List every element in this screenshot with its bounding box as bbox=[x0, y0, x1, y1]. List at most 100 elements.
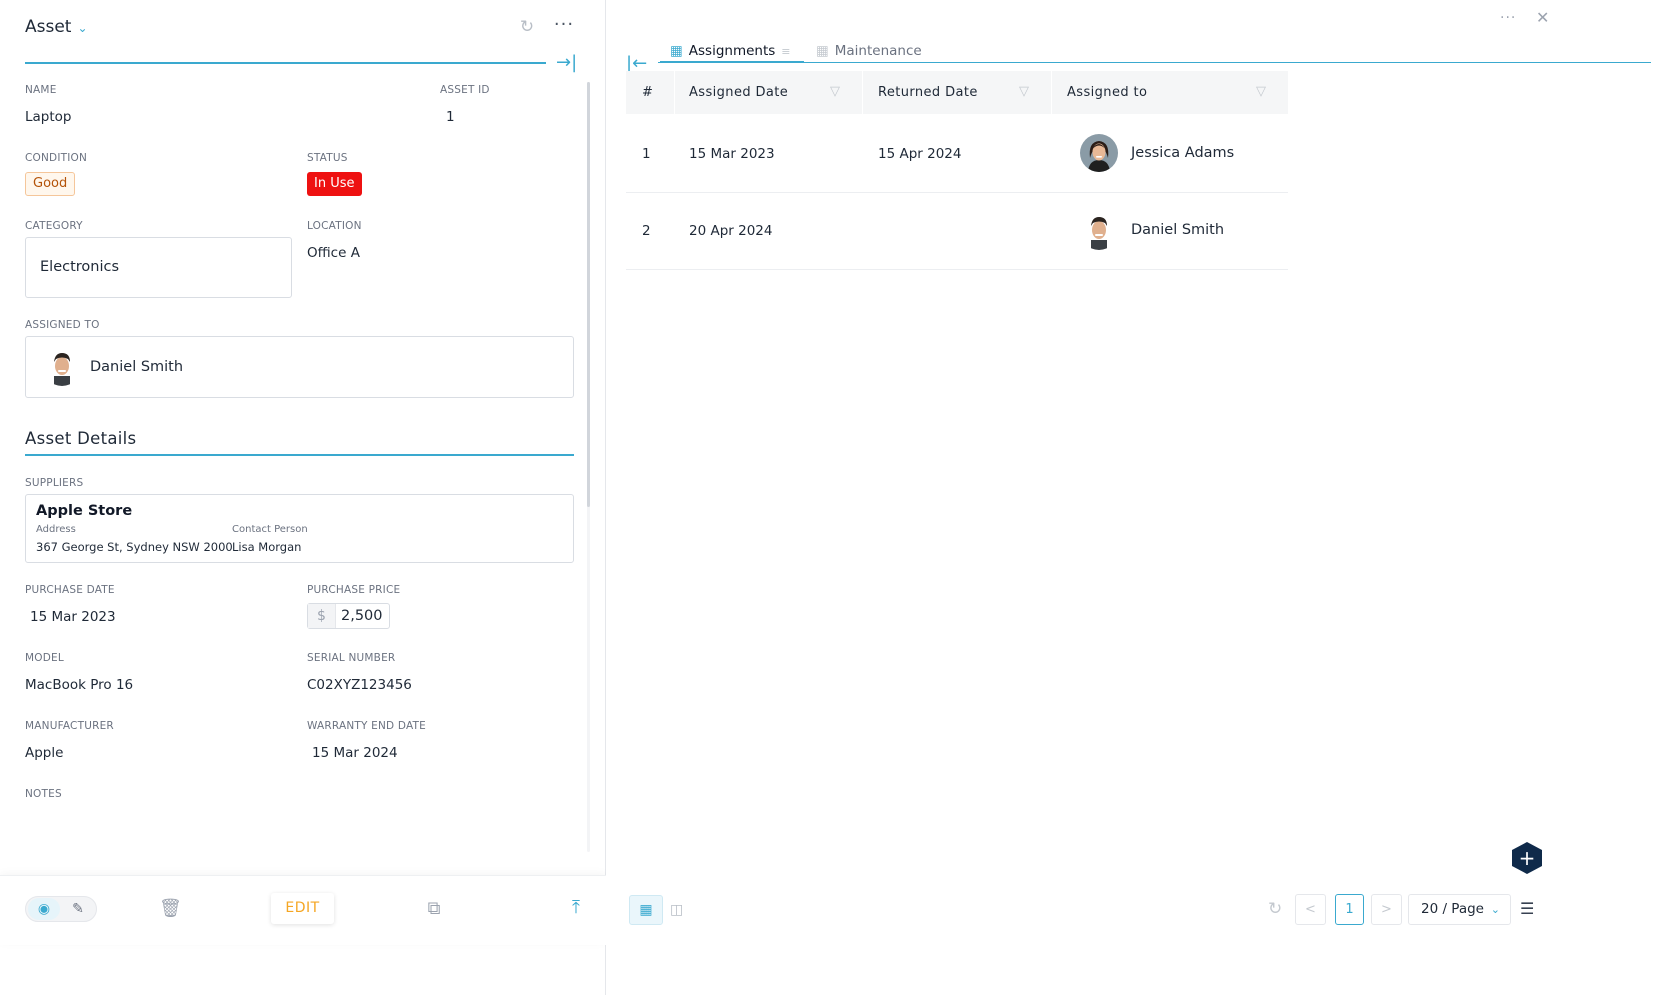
header-divider bbox=[25, 62, 546, 64]
edit-mode-icon[interactable]: ✎ bbox=[64, 898, 92, 920]
location-value: Office A bbox=[307, 245, 360, 261]
category-value: Electronics bbox=[40, 259, 120, 275]
filter-icon[interactable]: ▽ bbox=[830, 84, 840, 99]
previous-page-button[interactable]: < bbox=[1295, 894, 1326, 925]
condition-badge: Good bbox=[25, 172, 76, 196]
asset-id-value: 1 bbox=[446, 109, 455, 125]
serial-number-label: SERIAL NUMBER bbox=[307, 652, 396, 664]
assigned-date-cell: 15 Mar 2023 bbox=[689, 146, 775, 162]
location-label: LOCATION bbox=[307, 220, 362, 232]
avatar bbox=[43, 348, 81, 386]
tab-maintenance-label: Maintenance bbox=[834, 43, 922, 59]
asset-title: Asset bbox=[25, 17, 72, 37]
category-label: CATEGORY bbox=[25, 220, 83, 232]
warranty-end-date-value: 15 Mar 2024 bbox=[312, 745, 398, 761]
status-badge: In Use bbox=[307, 172, 362, 196]
manufacturer-label: MANUFACTURER bbox=[25, 720, 114, 732]
current-page-button[interactable]: 1 bbox=[1335, 894, 1364, 925]
supplier-name: Apple Store bbox=[36, 503, 133, 519]
supplier-address-label: Address bbox=[36, 524, 76, 535]
filter-icon[interactable]: ≡ bbox=[781, 45, 790, 58]
avatar bbox=[1080, 134, 1118, 172]
supplier-contact: Lisa Morgan bbox=[232, 540, 302, 554]
column-divider bbox=[1051, 71, 1052, 114]
add-record-button[interactable]: + bbox=[1512, 842, 1542, 874]
column-header-number: # bbox=[642, 85, 654, 100]
grid-view-icon[interactable]: ◫ bbox=[670, 895, 690, 925]
refresh-icon[interactable]: ↻ bbox=[1268, 899, 1282, 919]
column-header-assigned-date[interactable]: Assigned Date bbox=[689, 71, 788, 114]
table-view-icon[interactable]: ▦ bbox=[629, 895, 663, 925]
table-icon: ▦ bbox=[670, 43, 683, 59]
status-label: STATUS bbox=[307, 152, 348, 164]
tab-maintenance[interactable]: ▦ Maintenance bbox=[816, 40, 922, 62]
scrollbar-thumb[interactable] bbox=[587, 82, 590, 507]
asset-id-label: ASSET ID bbox=[440, 84, 490, 96]
tabs-divider bbox=[658, 62, 1651, 63]
purchase-date-value: 15 Mar 2023 bbox=[30, 609, 116, 625]
category-card[interactable]: Electronics bbox=[25, 237, 292, 298]
row-divider bbox=[626, 269, 1288, 270]
model-value: MacBook Pro 16 bbox=[25, 677, 134, 693]
copy-icon[interactable]: ⧉ bbox=[423, 898, 445, 920]
purchase-date-label: PURCHASE DATE bbox=[25, 584, 115, 596]
model-label: MODEL bbox=[25, 652, 64, 664]
asset-title-dropdown[interactable]: Asset ⌄ bbox=[25, 17, 88, 37]
tab-assignments-label: Assignments bbox=[688, 43, 776, 59]
name-value: Laptop bbox=[25, 109, 72, 125]
edit-button[interactable]: EDIT bbox=[271, 893, 334, 924]
manufacturer-value: Apple bbox=[25, 745, 64, 761]
active-tab-indicator bbox=[660, 61, 804, 63]
close-icon[interactable]: ✕ bbox=[1536, 8, 1549, 27]
page-size-value: 20 / Page bbox=[1421, 901, 1484, 917]
related-records-panel: ··· ✕ |← ▦ Assignments ≡ ▦ Maintenance #… bbox=[606, 0, 1659, 995]
filter-icon[interactable]: ▽ bbox=[1256, 84, 1266, 99]
avatar bbox=[1080, 212, 1118, 250]
assigned-to-label: ASSIGNED TO bbox=[25, 319, 100, 331]
scroll-to-top-icon[interactable]: ⤒ bbox=[565, 897, 587, 919]
notes-label: NOTES bbox=[25, 788, 62, 800]
purchase-price-field: $ 2,500 bbox=[307, 603, 390, 629]
table-icon: ▦ bbox=[816, 43, 829, 59]
assigned-to-cell: Jessica Adams bbox=[1131, 145, 1235, 161]
supplier-contact-label: Contact Person bbox=[232, 524, 308, 535]
refresh-icon[interactable]: ↻ bbox=[518, 18, 536, 36]
column-header-returned-date[interactable]: Returned Date bbox=[878, 71, 978, 114]
trash-icon[interactable]: 🗑 bbox=[159, 898, 182, 920]
assigned-date-cell: 20 Apr 2024 bbox=[689, 223, 773, 239]
page-size-select[interactable]: 20 / Page ⌄ bbox=[1408, 894, 1511, 925]
filter-icon[interactable]: ▽ bbox=[1019, 84, 1029, 99]
assigned-to-name: Daniel Smith bbox=[90, 359, 184, 375]
assigned-to-cell: Daniel Smith bbox=[1131, 222, 1225, 238]
assigned-to-card[interactable]: Daniel Smith bbox=[25, 336, 574, 398]
asset-details-heading: Asset Details bbox=[25, 429, 137, 448]
supplier-card[interactable]: Apple Store Address 367 George St, Sydne… bbox=[25, 494, 574, 563]
chevron-down-icon: ⌄ bbox=[77, 21, 88, 35]
section-divider bbox=[25, 454, 574, 456]
asset-detail-panel: Asset ⌄ ↻ ··· →| NAME Laptop ASSET ID 1 … bbox=[0, 0, 606, 995]
name-label: NAME bbox=[25, 84, 57, 96]
eye-icon[interactable]: ◉ bbox=[28, 898, 60, 920]
purchase-price-value: 2,500 bbox=[341, 608, 383, 624]
column-divider bbox=[674, 71, 675, 114]
tab-assignments[interactable]: ▦ Assignments ≡ bbox=[670, 40, 791, 62]
more-options-icon[interactable]: ··· bbox=[1500, 10, 1516, 26]
currency-symbol: $ bbox=[308, 604, 336, 628]
serial-number-value: C02XYZ123456 bbox=[307, 677, 412, 693]
returned-date-cell: 15 Apr 2024 bbox=[878, 146, 962, 162]
row-divider bbox=[626, 192, 1288, 193]
column-divider bbox=[862, 71, 863, 114]
supplier-address: 367 George St, Sydney NSW 2000 bbox=[36, 540, 233, 554]
more-options-icon[interactable]: ··· bbox=[552, 14, 576, 36]
warranty-end-date-label: WARRANTY END DATE bbox=[307, 720, 426, 732]
chevron-down-icon: ⌄ bbox=[1490, 903, 1500, 916]
next-page-button[interactable]: > bbox=[1371, 894, 1402, 925]
suppliers-label: SUPPLIERS bbox=[25, 477, 84, 489]
collapse-right-icon[interactable]: →| bbox=[556, 53, 582, 73]
row-number: 1 bbox=[642, 146, 651, 162]
row-number: 2 bbox=[642, 223, 651, 239]
condition-label: CONDITION bbox=[25, 152, 88, 164]
settings-sliders-icon[interactable]: ☰ bbox=[1520, 899, 1534, 918]
purchase-price-label: PURCHASE PRICE bbox=[307, 584, 401, 596]
column-header-assigned-to[interactable]: Assigned to bbox=[1067, 71, 1147, 114]
